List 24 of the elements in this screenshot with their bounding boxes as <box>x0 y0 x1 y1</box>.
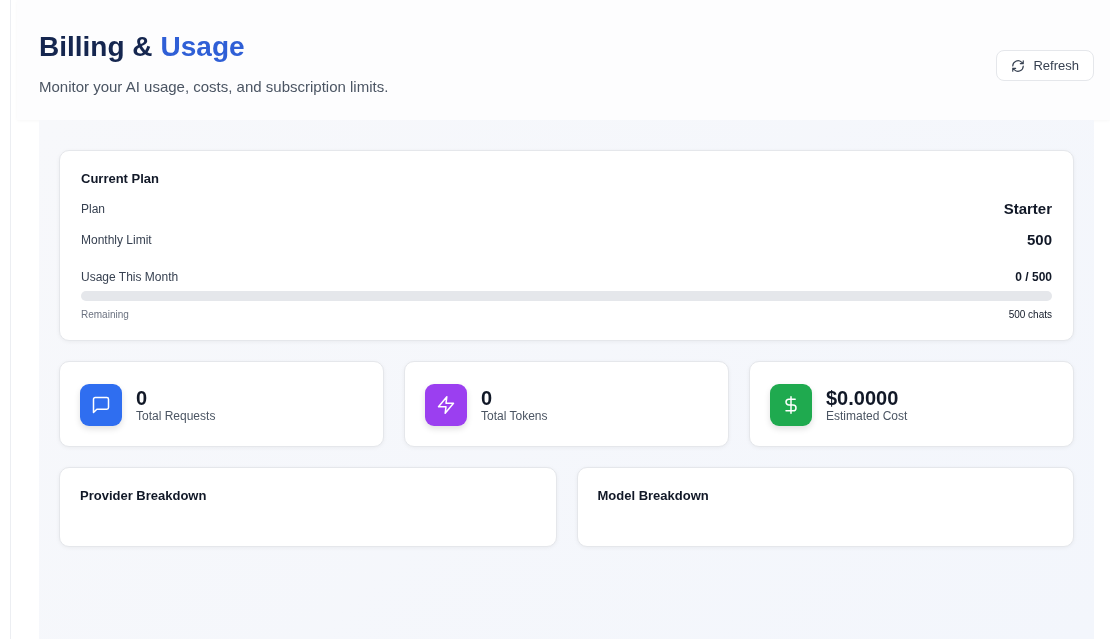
lightning-icon <box>436 395 456 415</box>
usage-label: Usage This Month <box>81 270 179 284</box>
field-value: 500 <box>1026 231 1052 248</box>
card-title: Current Plan <box>81 171 160 186</box>
stat-label: Total Tokens <box>481 409 548 423</box>
remaining-value: 500 chats <box>1008 309 1052 320</box>
refresh-button[interactable]: Refresh <box>996 50 1094 81</box>
stat-value: $0.0000 <box>826 387 900 409</box>
page-title: Billing & <box>39 30 153 64</box>
field-label: Monthly Limit <box>81 232 152 247</box>
usage-value: 0 / 500 <box>1015 270 1052 284</box>
stat-value: 0 <box>481 387 494 409</box>
stat-label: Estimated Cost <box>826 409 908 423</box>
stat-label: Total Requests <box>136 409 216 423</box>
chat-bubble-icon <box>91 395 111 415</box>
field-value: Starter <box>1003 200 1052 217</box>
page-title-accent: Usage <box>160 30 245 64</box>
stat-value: 0 <box>136 387 149 409</box>
refresh-icon <box>1011 58 1026 73</box>
field-label: Plan <box>81 201 106 216</box>
card-title: Model Breakdown <box>597 488 710 503</box>
card-title: Provider Breakdown <box>80 488 208 503</box>
page-subtitle: Monitor your AI usage, costs, and subscription limits. <box>39 78 389 95</box>
remaining-label: Remaining <box>81 309 129 320</box>
